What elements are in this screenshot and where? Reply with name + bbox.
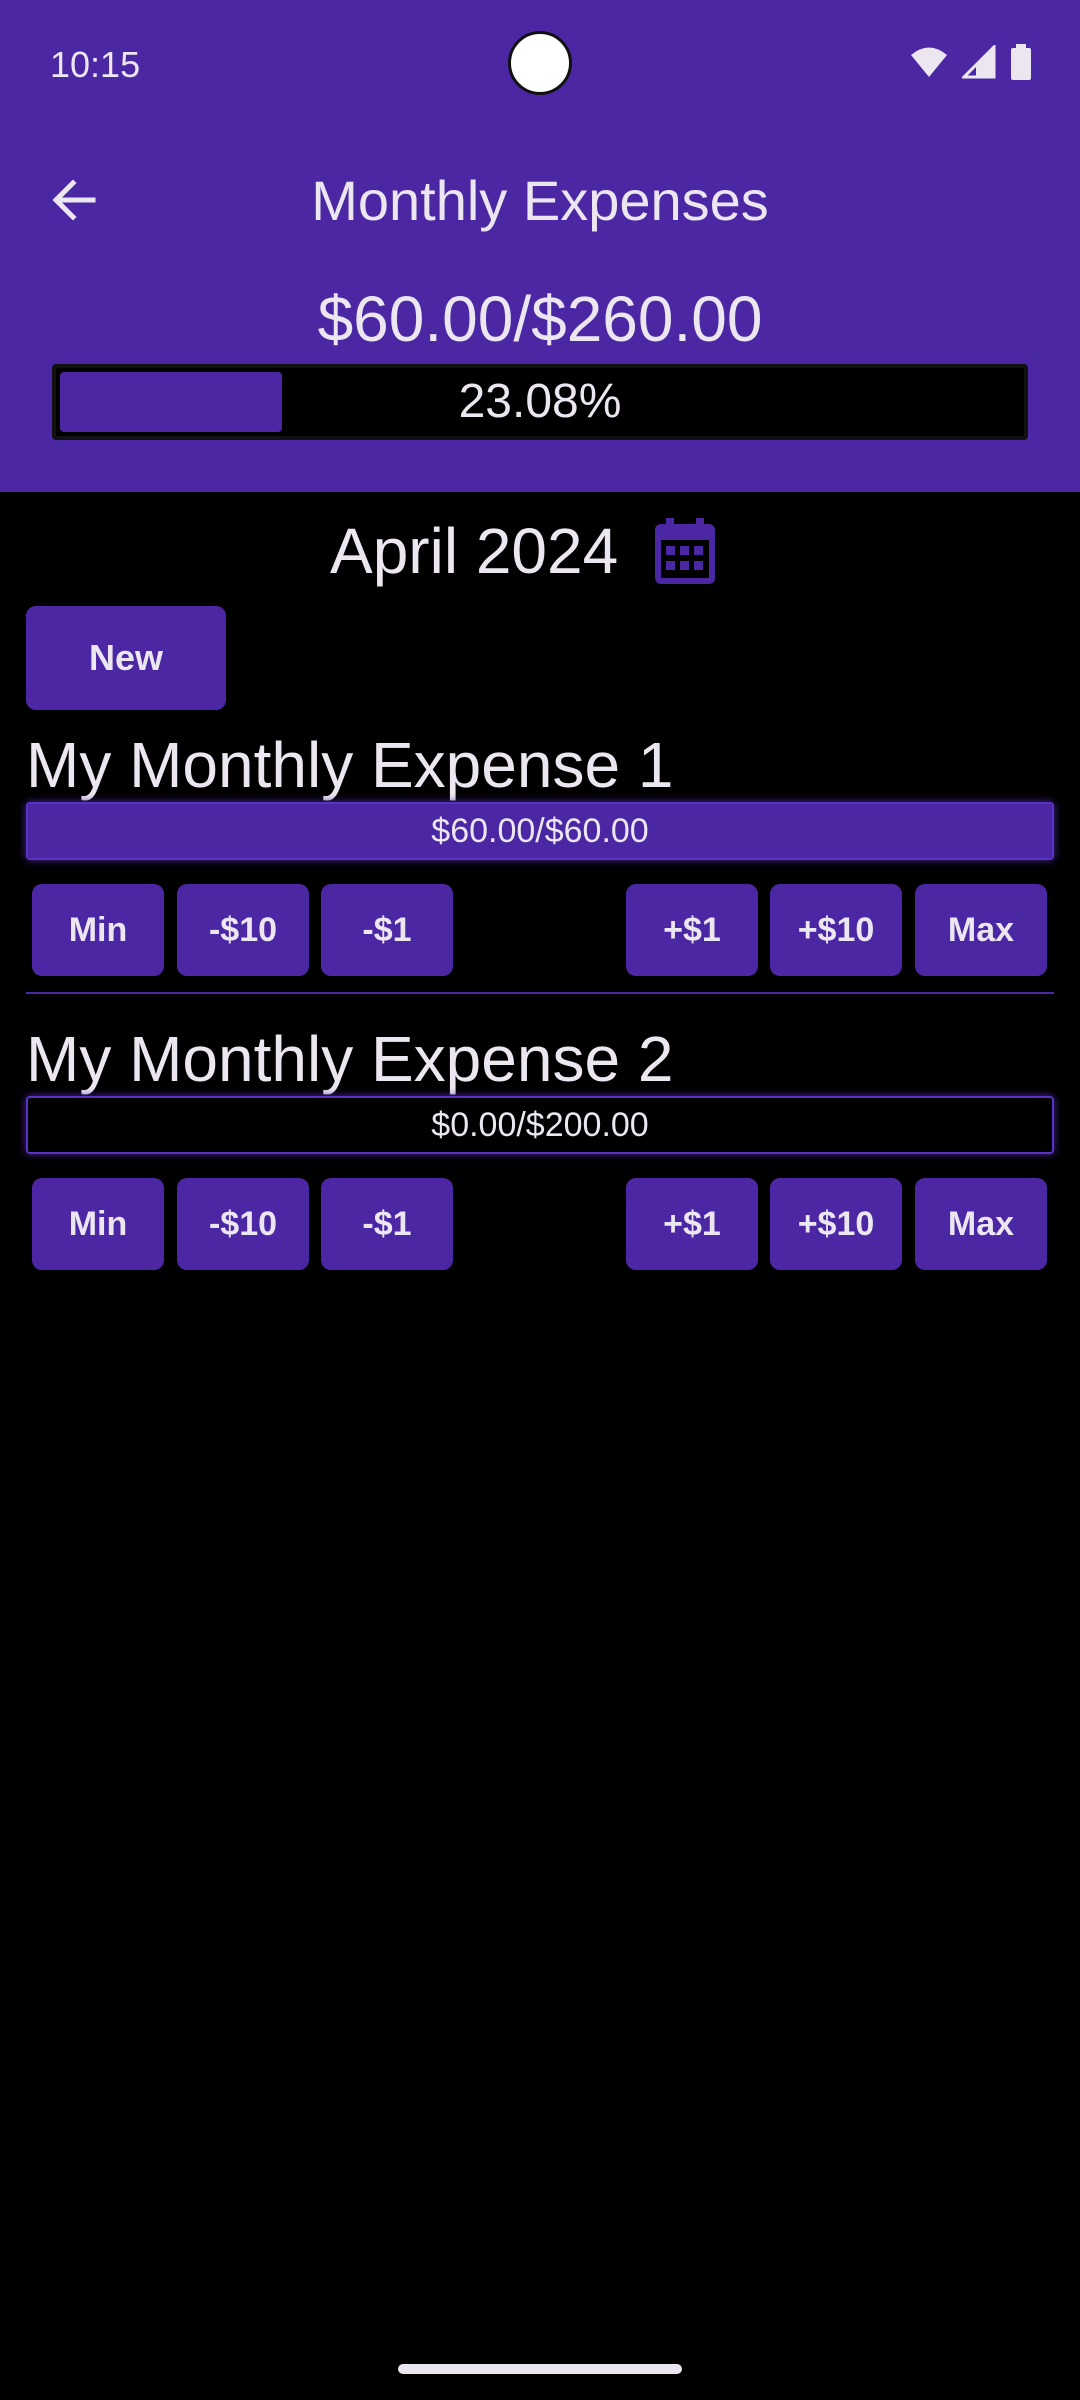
app-header: 10:15 Monthly Expenses $60.00/$260.00 23… <box>0 0 1080 492</box>
max-button[interactable]: Max <box>915 884 1047 976</box>
min-button[interactable]: Min <box>32 1178 164 1270</box>
plus-1-button[interactable]: +$1 <box>626 1178 758 1270</box>
minus-1-button[interactable]: -$1 <box>321 1178 453 1270</box>
total-progress-text: 23.08% <box>458 375 622 428</box>
expense-amount: $60.00/$60.00 <box>431 812 649 850</box>
expense-name: My Monthly Expense 2 <box>26 1023 674 1095</box>
max-button[interactable]: Max <box>915 1178 1047 1270</box>
total-progress-bar: 23.08% <box>52 364 1028 440</box>
expense-progress-bar: $0.00/$200.00 <box>26 1096 1054 1154</box>
plus-10-button[interactable]: +$10 <box>770 884 902 976</box>
wifi-icon <box>910 46 948 83</box>
calendar-button[interactable] <box>652 516 718 586</box>
plus-10-button[interactable]: +$10 <box>770 1178 902 1270</box>
new-expense-button[interactable]: New <box>26 606 226 710</box>
total-amount: $60.00/$260.00 <box>317 283 763 355</box>
page-title: Monthly Expenses <box>311 169 769 232</box>
status-time: 10:15 <box>50 44 141 85</box>
camera-cutout <box>508 31 572 95</box>
expense-divider <box>26 992 1054 994</box>
calendar-icon <box>655 518 715 584</box>
month-label: April 2024 <box>330 515 619 587</box>
expense-item: My Monthly Expense 1 $60.00/$60.00 Min -… <box>0 728 1080 978</box>
expense-progress-bar: $60.00/$60.00 <box>26 802 1054 860</box>
minus-10-button[interactable]: -$10 <box>177 884 309 976</box>
minus-10-button[interactable]: -$10 <box>177 1178 309 1270</box>
expense-amount: $0.00/$200.00 <box>431 1106 649 1144</box>
home-indicator[interactable] <box>398 2364 682 2374</box>
signal-icon <box>960 43 996 84</box>
month-selector: April 2024 <box>0 510 1080 590</box>
expense-item: My Monthly Expense 2 $0.00/$200.00 Min -… <box>0 1022 1080 1272</box>
plus-1-button[interactable]: +$1 <box>626 884 758 976</box>
expense-button-row: Min -$10 -$1 +$1 +$10 Max <box>0 884 1080 976</box>
status-icons <box>910 43 1032 85</box>
expense-name: My Monthly Expense 1 <box>26 729 674 801</box>
battery-icon <box>1010 44 1032 85</box>
minus-1-button[interactable]: -$1 <box>321 884 453 976</box>
min-button[interactable]: Min <box>32 884 164 976</box>
expense-button-row: Min -$10 -$1 +$1 +$10 Max <box>0 1178 1080 1270</box>
